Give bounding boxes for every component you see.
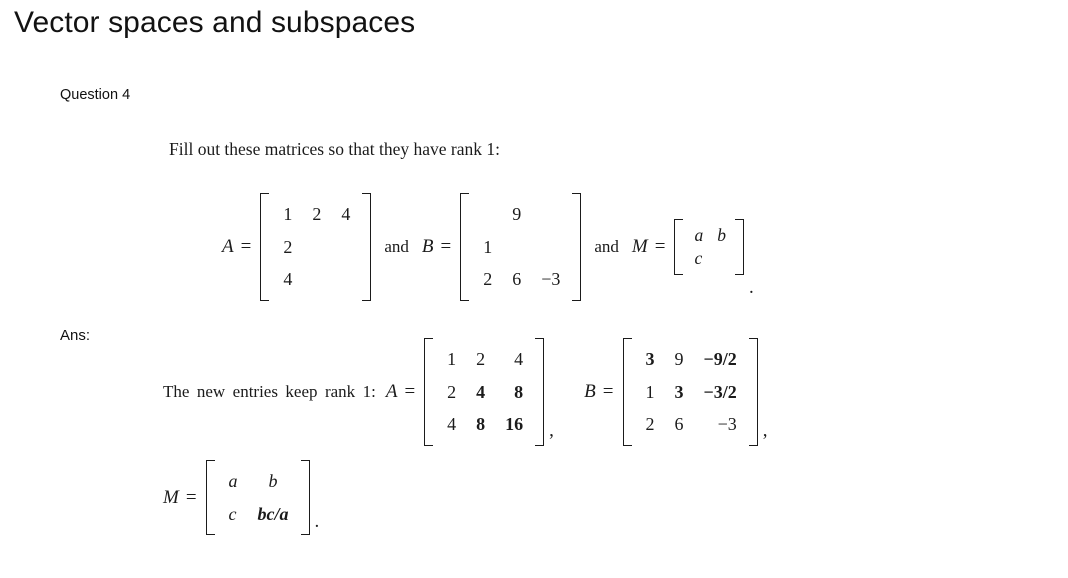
conjunction-and-1: and	[384, 236, 409, 256]
matrix-cell: 4	[341, 204, 351, 224]
matrix-cell: 4	[476, 381, 486, 402]
matrix-cell: b	[268, 471, 278, 491]
answer-matrix-a: 1 2 4 2 4 8 4 8 16	[424, 338, 545, 446]
answer-label: Ans:	[60, 327, 91, 344]
matrix-cell: −3/2	[703, 381, 737, 402]
matrix-cell	[531, 198, 570, 231]
matrix-cell: 2	[645, 414, 655, 434]
matrix-row: 2 4 8	[437, 376, 533, 409]
matrix-cell: 1	[283, 204, 293, 224]
equals-sign: =	[404, 380, 416, 402]
comma-punctuation-1: ,	[549, 419, 554, 441]
matrix-cell: bc/a	[257, 503, 289, 524]
matrix-cell: b	[717, 225, 726, 245]
matrix-cell: a	[228, 471, 238, 491]
equals-sign: =	[440, 235, 452, 257]
answer-matrix-b: 3 9 −9/2 1 3 −3/2 2 6 −3	[622, 338, 759, 446]
matrix-cell: 2	[447, 381, 457, 402]
matrix-row: 2 6 −3	[473, 263, 570, 296]
problem-matrix-m: a b c	[674, 219, 744, 275]
matrix-cell	[502, 231, 531, 264]
matrix-row: c	[687, 247, 733, 270]
matrix-cell: 2	[312, 204, 322, 224]
comma-punctuation-2: ,	[762, 419, 768, 441]
matrix-cell: 16	[505, 414, 524, 434]
answer-m-row: M = a b c bc/a .	[163, 460, 319, 535]
matrix-cell: c	[694, 247, 703, 268]
answer-matrix-label-m: M	[163, 486, 179, 508]
matrix-cell: −3	[717, 414, 737, 434]
matrix-cell: 2	[283, 236, 293, 257]
matrix-cell: 9	[512, 204, 522, 224]
matrix-cell: 1	[447, 349, 457, 369]
period-punctuation: .	[314, 511, 320, 532]
equals-sign: =	[654, 235, 666, 257]
matrix-row: 1 2 4	[437, 343, 533, 376]
matrix-cell: 1	[483, 236, 493, 257]
matrix-cell: c	[228, 503, 237, 524]
matrix-row: 1 3 −3/2	[636, 376, 747, 409]
matrix-cell: 4	[447, 414, 457, 434]
matrix-cell: −3	[541, 269, 561, 289]
matrix-row: 4 8 16	[437, 408, 533, 441]
matrix-cell: 2	[483, 269, 493, 289]
matrix-cell: 9	[674, 349, 684, 369]
matrix-cell	[331, 231, 360, 264]
matrix-cell: 1	[645, 381, 655, 402]
answer-matrix-label-b: B	[584, 380, 596, 402]
period-punctuation: .	[748, 276, 754, 298]
page-title: Vector spaces and subspaces	[14, 6, 416, 39]
matrix-cell: 6	[674, 414, 684, 434]
question-label: Question 4	[60, 87, 131, 103]
matrix-cell: 6	[512, 269, 522, 289]
problem-matrix-a: 1 2 4 2 4	[260, 193, 372, 301]
prompt-text: Fill out these matrices so that they hav…	[169, 139, 500, 159]
matrix-label-a: A	[222, 235, 234, 257]
matrix-cell: a	[694, 225, 704, 245]
matrix-cell: 4	[514, 349, 524, 369]
spacer-gap	[554, 382, 584, 402]
matrix-row: 2	[273, 231, 360, 264]
matrix-cell	[531, 231, 570, 264]
answer-equation-row: The new entries keep rank 1: A = 1 2 4 2…	[163, 338, 768, 446]
matrix-label-m: M	[631, 235, 648, 257]
matrix-cell: 8	[514, 381, 524, 402]
answer-matrix-m: a b c bc/a	[205, 460, 310, 535]
matrix-cell: 3	[645, 349, 655, 369]
matrix-row: a b	[687, 224, 733, 247]
conjunction-and-2: and	[594, 236, 619, 256]
matrix-cell: 2	[476, 349, 486, 369]
equals-sign: =	[240, 235, 252, 257]
matrix-cell	[302, 263, 331, 296]
matrix-row: 9	[473, 198, 570, 231]
matrix-row: 4	[273, 263, 360, 296]
matrix-row: 1 2 4	[273, 198, 360, 231]
problem-equation-row: A = 1 2 4 2 4 and B = 9 1 2 6 −3 and M =…	[222, 193, 754, 301]
matrix-row: 1	[473, 231, 570, 264]
matrix-cell	[710, 247, 733, 270]
equals-sign: =	[602, 380, 614, 402]
matrix-row: c bc/a	[219, 498, 299, 531]
matrix-cell	[473, 198, 502, 231]
matrix-label-b: B	[421, 235, 434, 257]
matrix-cell	[302, 231, 331, 264]
answer-lead-text: The new entries keep rank 1:	[163, 381, 376, 401]
matrix-row: 2 6 −3	[636, 408, 747, 441]
problem-matrix-b: 9 1 2 6 −3	[460, 193, 582, 301]
equals-sign: =	[185, 486, 197, 508]
matrix-cell: 3	[674, 381, 684, 402]
matrix-cell	[331, 263, 360, 296]
matrix-cell: −9/2	[703, 349, 737, 369]
matrix-row: a b	[219, 465, 299, 498]
matrix-cell: 8	[476, 414, 486, 434]
matrix-row: 3 9 −9/2	[636, 343, 747, 376]
answer-matrix-label-a: A	[385, 380, 398, 402]
matrix-cell: 4	[283, 269, 293, 289]
